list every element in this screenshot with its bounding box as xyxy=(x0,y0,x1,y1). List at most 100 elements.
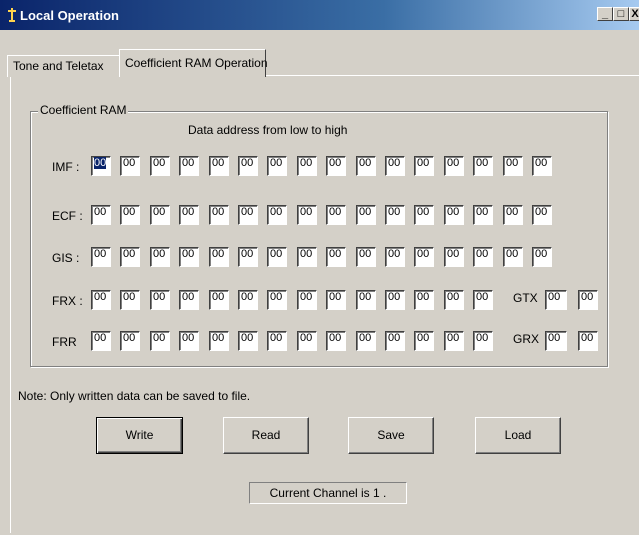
read-button[interactable]: Read xyxy=(223,417,309,454)
row-label-ecf: ECF : xyxy=(52,209,83,223)
imf-cell-6[interactable]: 00 xyxy=(267,156,287,176)
imf-cell-9[interactable]: 00 xyxy=(356,156,376,176)
frr-cell-2[interactable]: 00 xyxy=(150,331,170,351)
ecf-cell-15[interactable]: 00 xyxy=(532,205,552,225)
ecf-cell-1[interactable]: 00 xyxy=(120,205,140,225)
imf-cell-11[interactable]: 00 xyxy=(414,156,434,176)
imf-cell-10[interactable]: 00 xyxy=(385,156,405,176)
gis-cell-4[interactable]: 00 xyxy=(209,247,229,267)
gtx-cell-0[interactable]: 00 xyxy=(545,290,567,310)
frr-cell-0[interactable]: 00 xyxy=(91,331,111,351)
grx-cell-0[interactable]: 00 xyxy=(545,331,567,351)
minimize-button[interactable]: _ xyxy=(597,7,613,21)
gis-cell-2[interactable]: 00 xyxy=(150,247,170,267)
imf-cell-2[interactable]: 00 xyxy=(150,156,170,176)
frr-cell-11[interactable]: 00 xyxy=(414,331,434,351)
imf-cell-0[interactable]: 00 xyxy=(91,156,111,176)
ecf-cell-11[interactable]: 00 xyxy=(414,205,434,225)
tab-tone-and-teletax[interactable]: Tone and Teletax xyxy=(7,55,120,77)
ecf-cell-0[interactable]: 00 xyxy=(91,205,111,225)
group-title: Coefficient RAM xyxy=(38,103,129,117)
ecf-cell-6[interactable]: 00 xyxy=(267,205,287,225)
frr-cell-3[interactable]: 00 xyxy=(179,331,199,351)
frx-cell-13[interactable]: 00 xyxy=(473,290,493,310)
frr-cell-4[interactable]: 00 xyxy=(209,331,229,351)
frx-cell-4[interactable]: 00 xyxy=(209,290,229,310)
gis-cell-6[interactable]: 00 xyxy=(267,247,287,267)
ecf-cell-13[interactable]: 00 xyxy=(473,205,493,225)
imf-cell-1[interactable]: 00 xyxy=(120,156,140,176)
load-button[interactable]: Load xyxy=(475,417,561,454)
imf-cell-14[interactable]: 00 xyxy=(503,156,523,176)
gis-cell-14[interactable]: 00 xyxy=(503,247,523,267)
imf-cell-4[interactable]: 00 xyxy=(209,156,229,176)
frx-cell-1[interactable]: 00 xyxy=(120,290,140,310)
ecf-cell-10[interactable]: 00 xyxy=(385,205,405,225)
imf-cell-13[interactable]: 00 xyxy=(473,156,493,176)
ecf-cell-3[interactable]: 00 xyxy=(179,205,199,225)
gis-cell-5[interactable]: 00 xyxy=(238,247,258,267)
imf-cell-15[interactable]: 00 xyxy=(532,156,552,176)
gis-cell-1[interactable]: 00 xyxy=(120,247,140,267)
selected-text: 00 xyxy=(94,157,107,169)
frx-cell-12[interactable]: 00 xyxy=(444,290,464,310)
title-bar[interactable]: Local Operation _ □ X xyxy=(0,0,639,30)
gis-cell-0[interactable]: 00 xyxy=(91,247,111,267)
frx-cell-11[interactable]: 00 xyxy=(414,290,434,310)
grx-label: GRX xyxy=(513,332,540,346)
ecf-cell-12[interactable]: 00 xyxy=(444,205,464,225)
tab-coefficient-ram-operation[interactable]: Coefficient RAM Operation xyxy=(119,49,268,77)
imf-cell-5[interactable]: 00 xyxy=(238,156,258,176)
frr-cell-1[interactable]: 00 xyxy=(120,331,140,351)
write-button[interactable]: Write xyxy=(96,417,183,454)
gis-cell-11[interactable]: 00 xyxy=(414,247,434,267)
row-label-gis: GIS : xyxy=(52,251,80,265)
channel-status: Current Channel is 1 . xyxy=(249,482,407,504)
ecf-cell-8[interactable]: 00 xyxy=(326,205,346,225)
frr-cell-12[interactable]: 00 xyxy=(444,331,464,351)
gis-cell-13[interactable]: 00 xyxy=(473,247,493,267)
frx-cell-9[interactable]: 00 xyxy=(356,290,376,310)
frr-cell-10[interactable]: 00 xyxy=(385,331,405,351)
frx-cell-5[interactable]: 00 xyxy=(238,290,258,310)
save-button[interactable]: Save xyxy=(348,417,434,454)
grx-cell-1[interactable]: 00 xyxy=(578,331,598,351)
gis-cell-7[interactable]: 00 xyxy=(297,247,317,267)
frx-cell-8[interactable]: 00 xyxy=(326,290,346,310)
frr-cell-8[interactable]: 00 xyxy=(326,331,346,351)
ecf-cell-9[interactable]: 00 xyxy=(356,205,376,225)
imf-cell-3[interactable]: 00 xyxy=(179,156,199,176)
frr-cell-13[interactable]: 00 xyxy=(473,331,493,351)
frx-cell-10[interactable]: 00 xyxy=(385,290,405,310)
gis-cell-8[interactable]: 00 xyxy=(326,247,346,267)
frx-cell-7[interactable]: 00 xyxy=(297,290,317,310)
frx-cell-6[interactable]: 00 xyxy=(267,290,287,310)
gis-cell-3[interactable]: 00 xyxy=(179,247,199,267)
gis-cell-10[interactable]: 00 xyxy=(385,247,405,267)
frr-cell-7[interactable]: 00 xyxy=(297,331,317,351)
ecf-cell-14[interactable]: 00 xyxy=(503,205,523,225)
gis-cell-9[interactable]: 00 xyxy=(356,247,376,267)
frr-cell-5[interactable]: 00 xyxy=(238,331,258,351)
close-button[interactable]: X xyxy=(629,7,639,21)
row-label-imf: IMF : xyxy=(52,160,80,174)
ecf-cell-4[interactable]: 00 xyxy=(209,205,229,225)
frx-cell-3[interactable]: 00 xyxy=(179,290,199,310)
maximize-button[interactable]: □ xyxy=(613,7,629,21)
gis-cell-15[interactable]: 00 xyxy=(532,247,552,267)
row-label-frr: FRR xyxy=(52,335,77,349)
row-label-frx: FRX : xyxy=(52,294,83,308)
window-title: Local Operation xyxy=(20,8,119,23)
imf-cell-7[interactable]: 00 xyxy=(297,156,317,176)
ecf-cell-5[interactable]: 00 xyxy=(238,205,258,225)
ecf-cell-7[interactable]: 00 xyxy=(297,205,317,225)
imf-cell-12[interactable]: 00 xyxy=(444,156,464,176)
frx-cell-2[interactable]: 00 xyxy=(150,290,170,310)
gis-cell-12[interactable]: 00 xyxy=(444,247,464,267)
gtx-cell-1[interactable]: 00 xyxy=(578,290,598,310)
frx-cell-0[interactable]: 00 xyxy=(91,290,111,310)
frr-cell-6[interactable]: 00 xyxy=(267,331,287,351)
frr-cell-9[interactable]: 00 xyxy=(356,331,376,351)
imf-cell-8[interactable]: 00 xyxy=(326,156,346,176)
ecf-cell-2[interactable]: 00 xyxy=(150,205,170,225)
